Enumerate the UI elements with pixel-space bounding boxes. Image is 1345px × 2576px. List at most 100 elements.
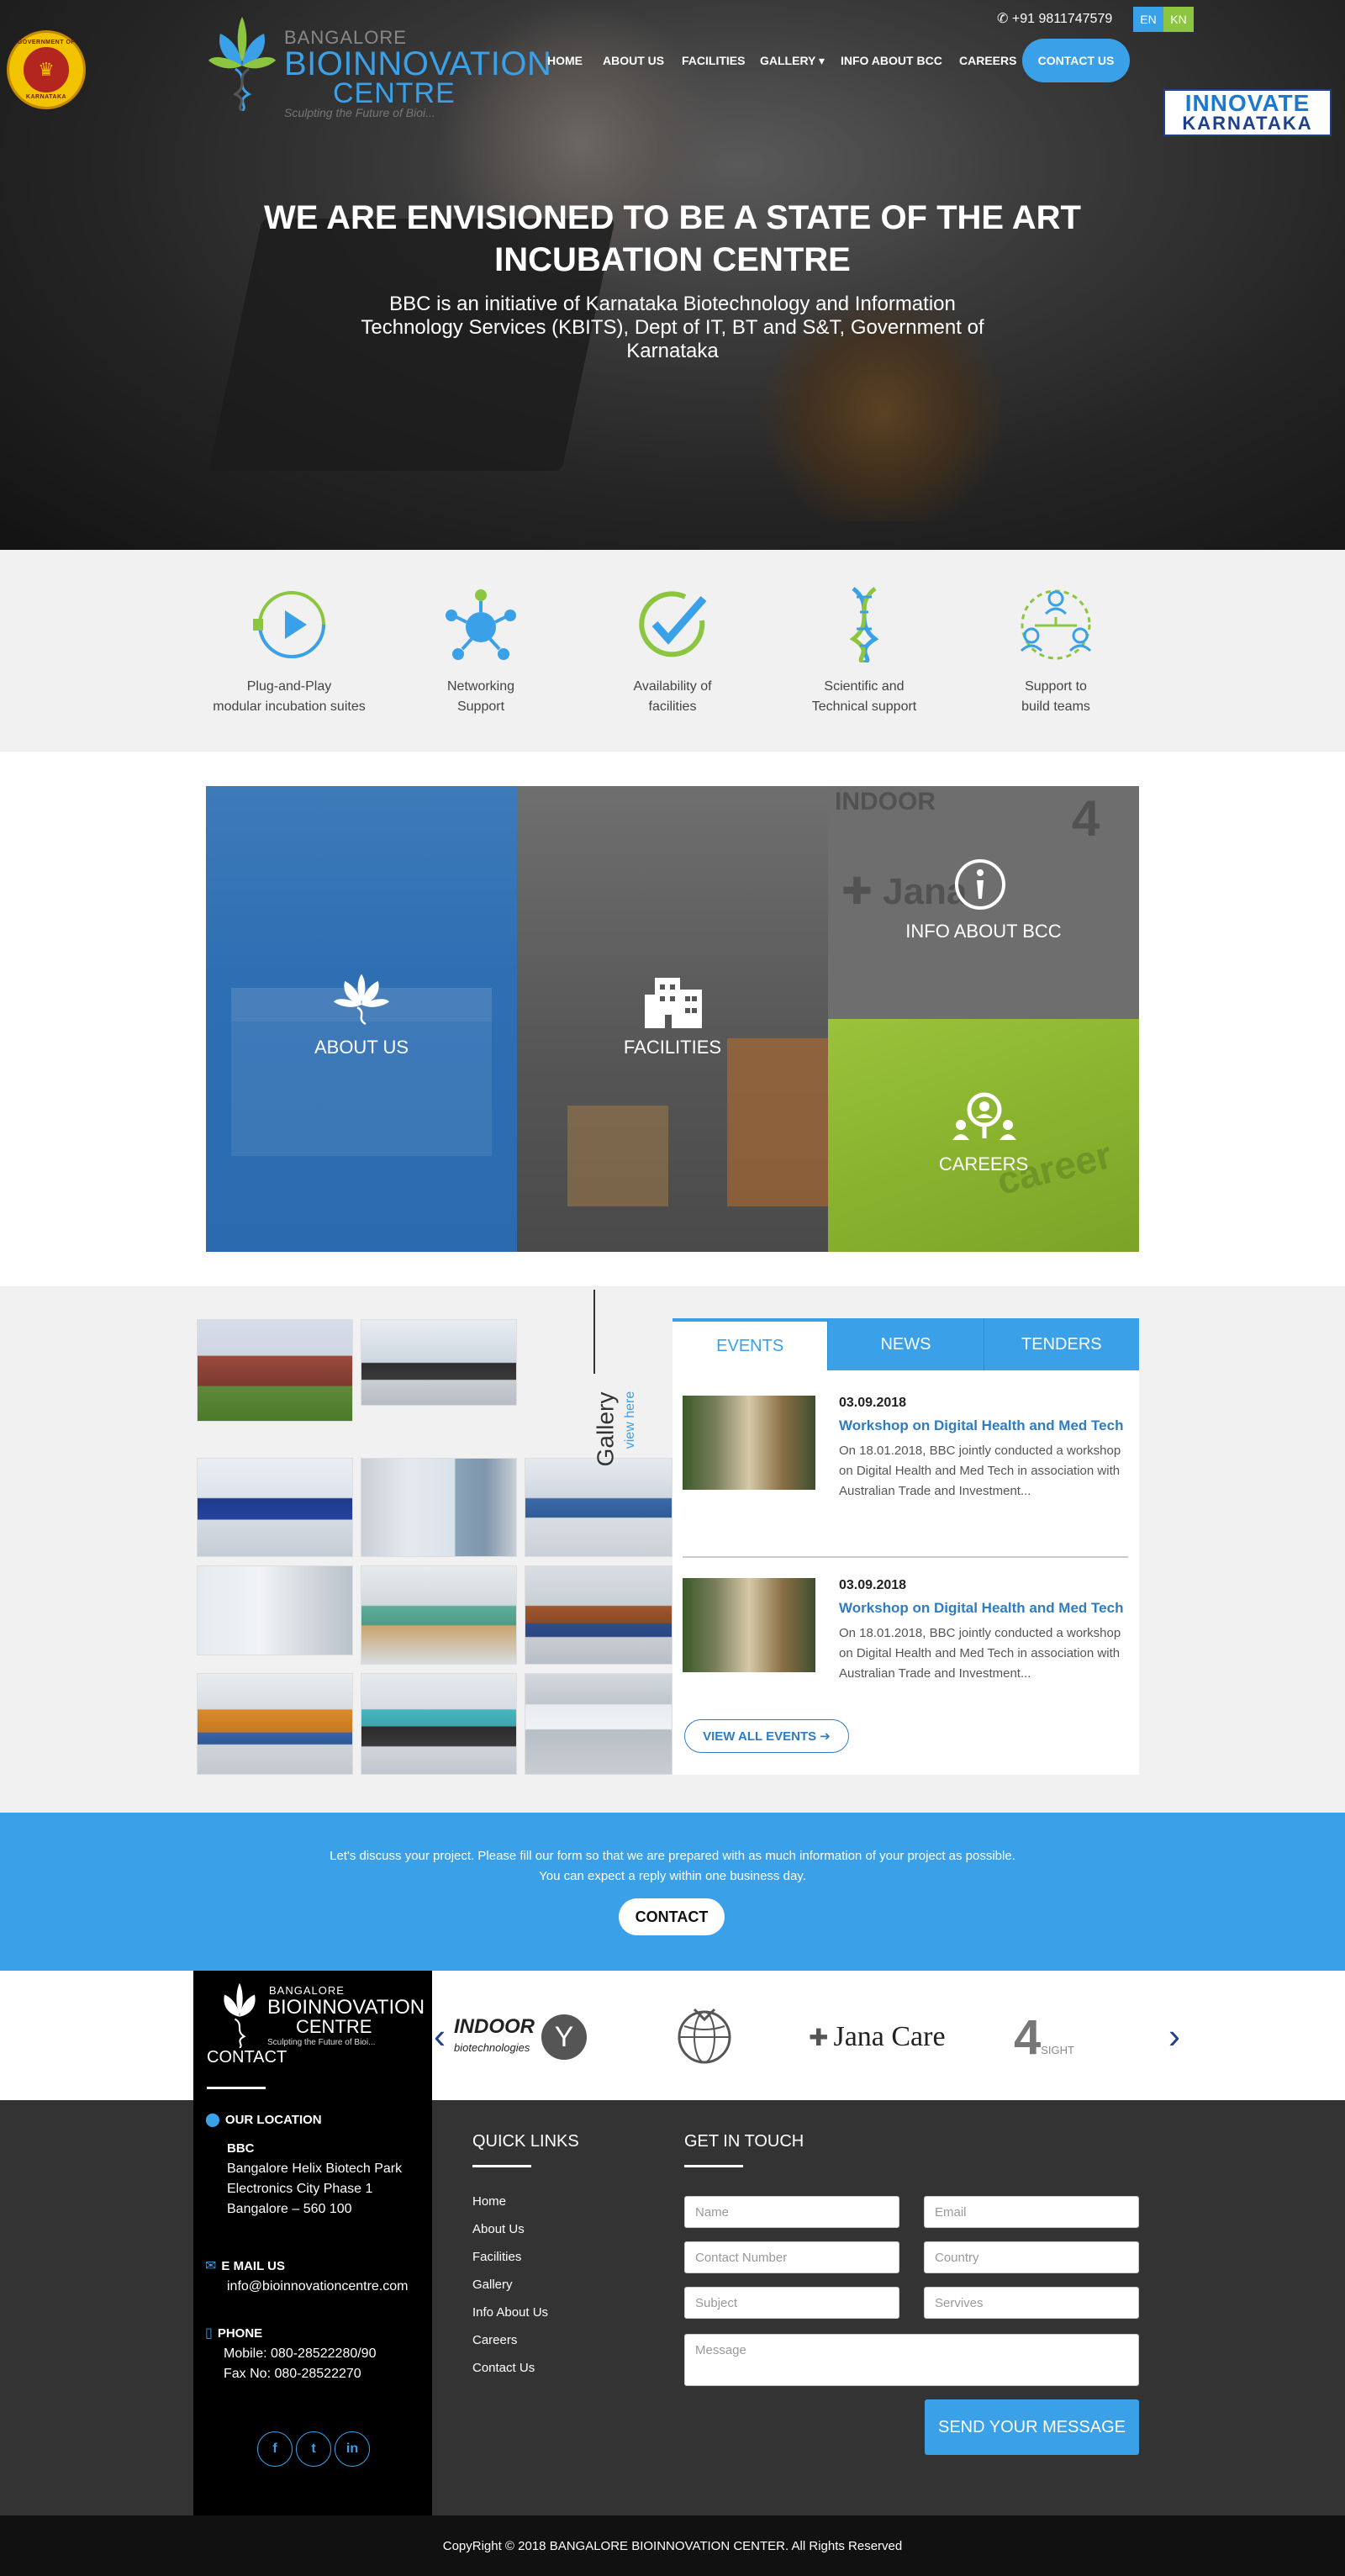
feature-availability: Availability of facilities	[588, 587, 757, 717]
event-photo	[683, 1396, 815, 1490]
quick-link-home[interactable]: Home	[472, 2188, 579, 2215]
event-title-link[interactable]: Workshop on Digital Health and Med Tech	[839, 1417, 1123, 1434]
gallery-thumb[interactable]	[197, 1565, 353, 1655]
partner-logo-4sight[interactable]: 4 SIGHT	[1014, 2008, 1074, 2067]
footer-contact-title: CONTACT	[207, 2048, 287, 2067]
quick-link-contact-us[interactable]: Contact Us	[472, 2354, 579, 2382]
footer-email-link[interactable]: info@bioinnovationcentre.com	[227, 2277, 408, 2297]
tile-info-about-bcc[interactable]: INDOOR ✚ Jana 4 INFO ABOUT BCC	[828, 786, 1139, 1019]
quick-link-careers[interactable]: Careers	[472, 2326, 579, 2354]
contact-us-button[interactable]: CONTACT US	[1022, 39, 1130, 82]
name-field[interactable]: Name	[684, 2196, 899, 2228]
country-field[interactable]: Country	[924, 2241, 1139, 2273]
linkedin-icon[interactable]: in	[335, 2431, 370, 2467]
nav-info-about-bcc[interactable]: INFO ABOUT BCC	[841, 54, 942, 67]
partner-logo-indoor[interactable]: INDOOR biotechnologies Y	[454, 2008, 587, 2067]
emblem-icon: ♛	[21, 45, 71, 95]
events-tabs: EVENTS NEWS TENDERS	[672, 1318, 1139, 1370]
copyright-bar: CopyRight © 2018 BANGALORE BIOINNOVATION…	[0, 2515, 1345, 2576]
dna-icon	[849, 587, 879, 665]
divider	[207, 2087, 266, 2089]
email-field[interactable]: Email	[924, 2196, 1139, 2228]
divider	[684, 2165, 743, 2167]
feature-build-teams: Support to build teams	[972, 587, 1140, 717]
tab-tenders[interactable]: TENDERS	[984, 1318, 1139, 1370]
gallery-thumb[interactable]	[197, 1673, 353, 1775]
building-icon	[645, 978, 702, 1028]
partner-logo-janacare[interactable]: ✚ Jana Care	[809, 2008, 946, 2067]
twitter-icon[interactable]: t	[296, 2431, 331, 2467]
tile-about-us[interactable]: ABOUT US	[206, 786, 517, 1252]
mobile-phone-icon: ▯	[205, 2326, 213, 2341]
event-title-link[interactable]: Workshop on Digital Health and Med Tech	[839, 1600, 1123, 1617]
quick-links: QUICK LINKS Home About Us Facilities Gal…	[472, 2132, 579, 2382]
quick-link-info[interactable]: Info About Us	[472, 2299, 579, 2326]
section-tiles: ABOUT US FACILITIES INDOOR ✚ Jana 4 INFO…	[206, 786, 1139, 1252]
nav-home[interactable]: HOME	[547, 54, 583, 67]
get-in-touch: GET IN TOUCH	[684, 2132, 1138, 2167]
cta-contact-button[interactable]: CONTACT	[619, 1898, 725, 1935]
divider	[683, 1556, 1128, 1558]
divider	[472, 2165, 531, 2167]
quick-link-facilities[interactable]: Facilities	[472, 2243, 579, 2271]
footer-logo[interactable]: BANGALORE BIOINNOVATION CENTRE Sculpting…	[214, 1977, 425, 2048]
carousel-next-arrow-icon[interactable]: ›	[1168, 2016, 1180, 2056]
tab-news[interactable]: NEWS	[828, 1318, 984, 1370]
hero-subtitle: BBC is an initiative of Karnataka Biotec…	[361, 293, 984, 362]
send-message-button[interactable]: SEND YOUR MESSAGE	[925, 2399, 1139, 2455]
nav-about-us[interactable]: ABOUT US	[603, 54, 664, 67]
location-pin-icon: ⬤	[205, 2113, 220, 2127]
nav-careers[interactable]: CAREERS	[959, 54, 1016, 67]
gallery-thumb[interactable]	[361, 1565, 517, 1665]
feature-networking: Networking Support	[397, 587, 565, 717]
footer-email: ✉ E MAIL US info@bioinnovationcentre.com	[205, 2257, 408, 2297]
team-icon	[1020, 589, 1092, 660]
carousel-prev-arrow-icon[interactable]: ‹	[434, 2016, 446, 2056]
lang-kn-button[interactable]: KN	[1163, 7, 1194, 32]
quick-link-about-us[interactable]: About Us	[472, 2215, 579, 2243]
facebook-icon[interactable]: f	[257, 2431, 293, 2467]
subject-field[interactable]: Subject	[684, 2287, 899, 2319]
partner-logo-globe[interactable]	[672, 2008, 736, 2067]
feature-plug-and-play: Plug-and-Play modular incubation suites	[205, 587, 373, 717]
features-strip: Plug-and-Play modular incubation suites N…	[0, 550, 1345, 752]
header-phone[interactable]: ✆ +91 9811747579	[997, 10, 1112, 27]
gallery-thumb[interactable]	[525, 1565, 672, 1665]
site-logo[interactable]: BANGALORE BIOINNOVATION CENTRE Sculpting…	[207, 13, 551, 119]
view-all-events-button[interactable]: VIEW ALL EVENTS ➔	[684, 1719, 849, 1753]
footer-location: ⬤ OUR LOCATION BBC Bangalore Helix Biotec…	[205, 2110, 402, 2220]
nav-gallery[interactable]: GALLERY ▾	[760, 54, 825, 68]
gallery-view-link[interactable]: Gallery view here	[580, 1290, 639, 1466]
gallery-thumb[interactable]	[361, 1319, 517, 1406]
quick-link-gallery[interactable]: Gallery	[472, 2271, 579, 2299]
event-item[interactable]: 03.09.2018 Workshop on Digital Health an…	[683, 1396, 1128, 1564]
tile-careers[interactable]: career CAREERS	[828, 1019, 1139, 1252]
social-links: f t in	[257, 2431, 370, 2467]
footer-contact-column: BANGALORE BIOINNOVATION CENTRE Sculpting…	[193, 1971, 432, 2515]
lang-en-button[interactable]: EN	[1133, 7, 1163, 32]
message-field[interactable]: Message	[684, 2334, 1139, 2386]
government-seal-logo[interactable]: GOVERNMENT OF ♛ KARNATAKA	[7, 30, 86, 109]
innovate-karnataka-logo[interactable]: INNOVATE KARNATAKA	[1163, 89, 1332, 136]
cta-banner: Let's discuss your project. Please fill …	[0, 1813, 1345, 1971]
info-icon	[955, 859, 1005, 910]
nav-facilities[interactable]: FACILITIES	[682, 54, 745, 67]
phone-icon: ✆	[997, 12, 1009, 26]
feature-scientific-support: Scientific and Technical support	[780, 587, 948, 717]
dna-tree-logo-icon	[208, 17, 276, 111]
gallery-thumb[interactable]	[361, 1673, 517, 1775]
search-people-icon	[952, 1092, 1016, 1140]
services-field[interactable]: Servives	[924, 2287, 1139, 2319]
gallery-thumb[interactable]	[197, 1458, 353, 1557]
leaf-logo-icon	[334, 974, 389, 1026]
tab-events[interactable]: EVENTS	[672, 1318, 829, 1370]
tile-facilities[interactable]: FACILITIES	[517, 786, 828, 1252]
mail-icon: ✉	[205, 2259, 217, 2273]
gallery-thumb[interactable]	[197, 1319, 353, 1422]
event-photo	[683, 1578, 815, 1672]
check-icon	[639, 591, 707, 657]
gallery-thumb[interactable]	[361, 1458, 517, 1557]
gallery-thumb[interactable]	[525, 1458, 672, 1557]
contact-number-field[interactable]: Contact Number	[684, 2241, 899, 2273]
gallery-thumb[interactable]	[525, 1673, 672, 1775]
